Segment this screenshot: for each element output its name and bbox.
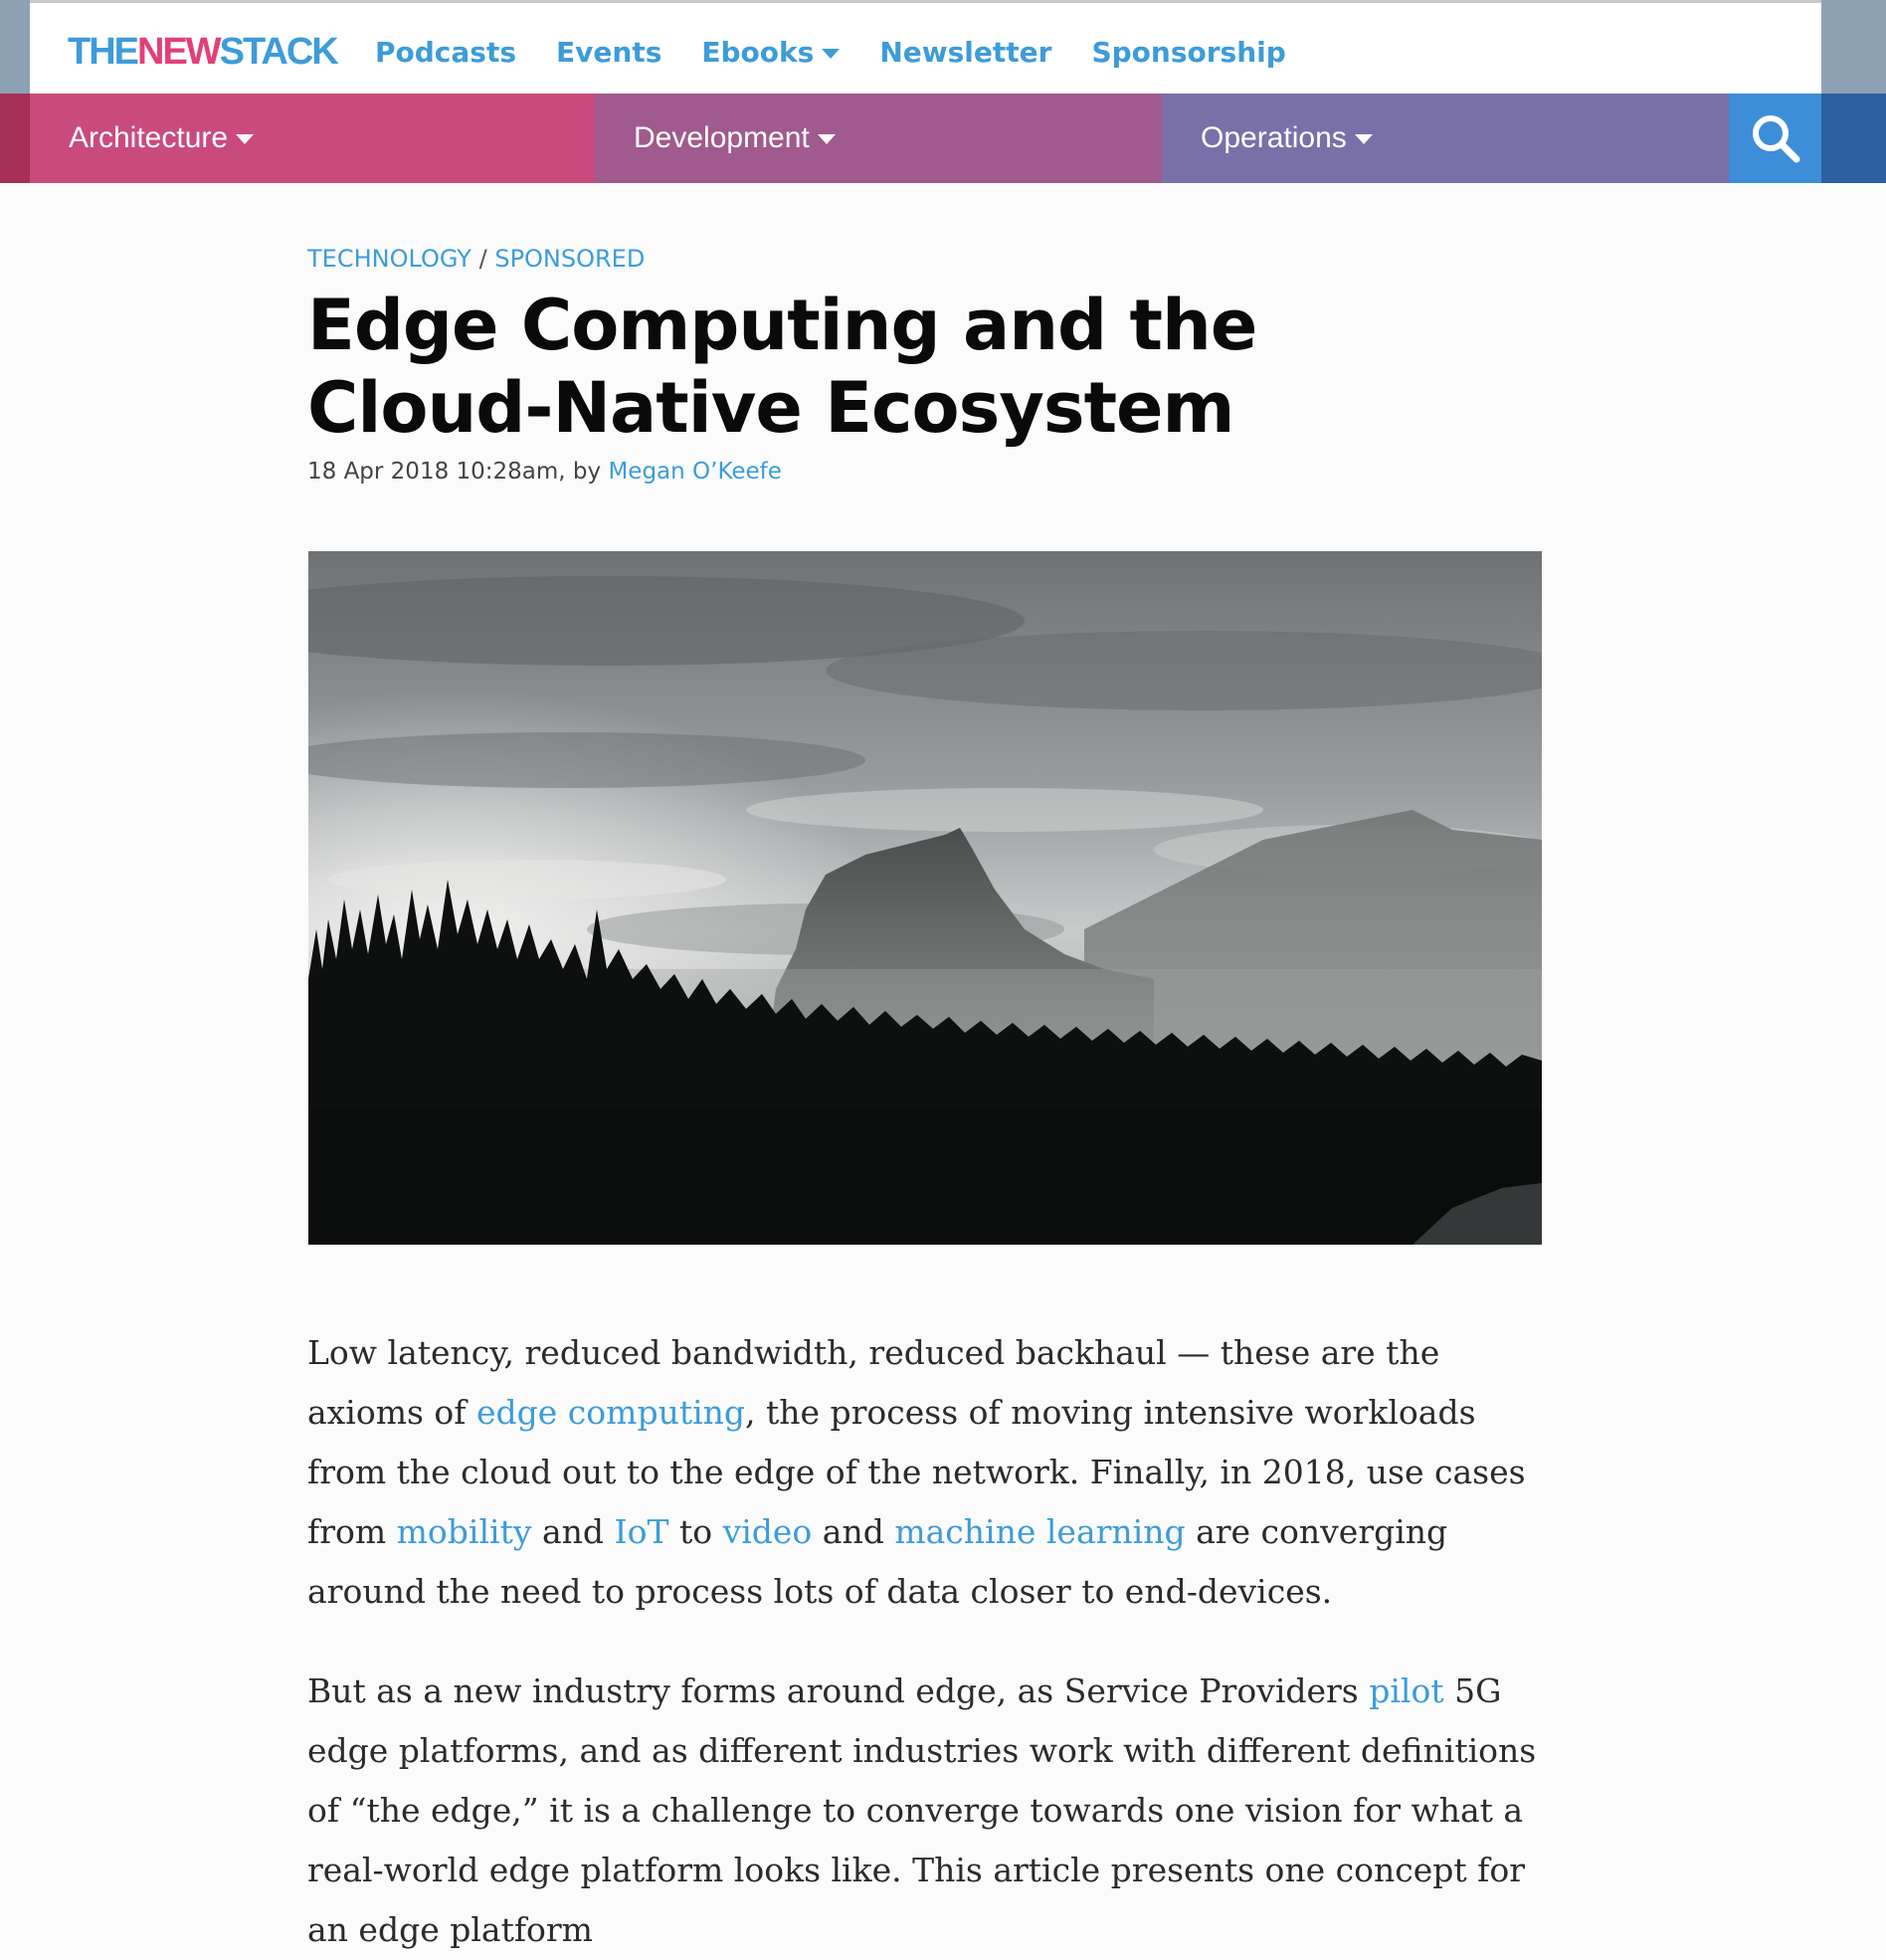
search-button[interactable] <box>1729 94 1821 183</box>
site-logo[interactable]: THENEWSTACK <box>68 29 339 75</box>
category-development[interactable]: Development <box>595 94 1162 183</box>
category-edge-right <box>1821 94 1886 183</box>
logo-new: NEW <box>137 31 222 73</box>
category-bar: Architecture Development Operations <box>0 94 1886 183</box>
site-header: THENEWSTACK Podcasts Events Ebooks Newsl… <box>30 3 1821 94</box>
hero-image <box>308 551 1542 1245</box>
author-link[interactable]: Megan O’Keefe <box>608 459 781 485</box>
link-iot[interactable]: IoT <box>615 1512 669 1551</box>
p1-text-5: and <box>812 1512 895 1551</box>
p2-text-1: But as a new industry forms around edge,… <box>307 1671 1370 1710</box>
caret-down-icon <box>1354 134 1373 144</box>
breadcrumb: TECHNOLOGY / SPONSORED <box>307 245 645 273</box>
nav-events-label: Events <box>556 36 662 69</box>
nav-ebooks-label: Ebooks <box>701 36 815 69</box>
top-nav: Podcasts Events Ebooks Newsletter Sponso… <box>375 31 1286 75</box>
nav-podcasts[interactable]: Podcasts <box>375 31 516 75</box>
link-machine-learning[interactable]: machine learning <box>894 1512 1185 1551</box>
caret-down-icon <box>817 134 836 144</box>
p2-text-2: 5G edge platforms, and as different indu… <box>307 1671 1537 1949</box>
category-development-label: Development <box>634 121 810 154</box>
nav-ebooks[interactable]: Ebooks <box>701 31 841 75</box>
p1-text-3: and <box>531 1512 615 1551</box>
category-architecture-label: Architecture <box>69 121 229 154</box>
nav-sponsorship-label: Sponsorship <box>1091 36 1286 69</box>
category-edge-left <box>0 94 30 183</box>
header-edge-left <box>0 0 30 94</box>
link-pilot[interactable]: pilot <box>1369 1671 1443 1710</box>
header-edge-right <box>1821 0 1886 94</box>
crumb-sponsored[interactable]: SPONSORED <box>494 245 645 273</box>
category-architecture[interactable]: Architecture <box>30 94 595 183</box>
p1-text-4: to <box>668 1512 723 1551</box>
category-operations[interactable]: Operations <box>1162 94 1729 183</box>
nav-sponsorship[interactable]: Sponsorship <box>1091 31 1285 75</box>
link-video[interactable]: video <box>723 1512 813 1551</box>
article-paragraph-1: Low latency, reduced bandwidth, reduced … <box>307 1323 1561 1622</box>
mountain-landscape-image <box>308 551 1542 1245</box>
link-mobility[interactable]: mobility <box>397 1512 532 1551</box>
nav-podcasts-label: Podcasts <box>375 36 517 69</box>
article-title: Edge Computing and the Cloud-Native Ecos… <box>307 285 1257 449</box>
nav-events[interactable]: Events <box>556 31 661 75</box>
article-paragraph-2: But as a new industry forms around edge,… <box>307 1662 1561 1960</box>
link-edge-computing[interactable]: edge computing <box>476 1393 745 1432</box>
byline: 18 Apr 2018 10:28am, by Megan O’Keefe <box>307 459 782 485</box>
nav-newsletter[interactable]: Newsletter <box>879 31 1051 75</box>
crumb-technology[interactable]: TECHNOLOGY <box>307 245 472 273</box>
category-operations-label: Operations <box>1201 121 1347 154</box>
nav-newsletter-label: Newsletter <box>879 36 1052 69</box>
crumb-separator: / <box>478 245 487 273</box>
search-icon <box>1752 115 1799 163</box>
logo-stack: STACK <box>219 31 339 73</box>
caret-down-icon <box>236 134 255 144</box>
logo-the: THE <box>68 31 139 73</box>
publish-date: 18 Apr 2018 10:28am, by <box>307 459 602 485</box>
caret-down-icon <box>822 49 841 59</box>
